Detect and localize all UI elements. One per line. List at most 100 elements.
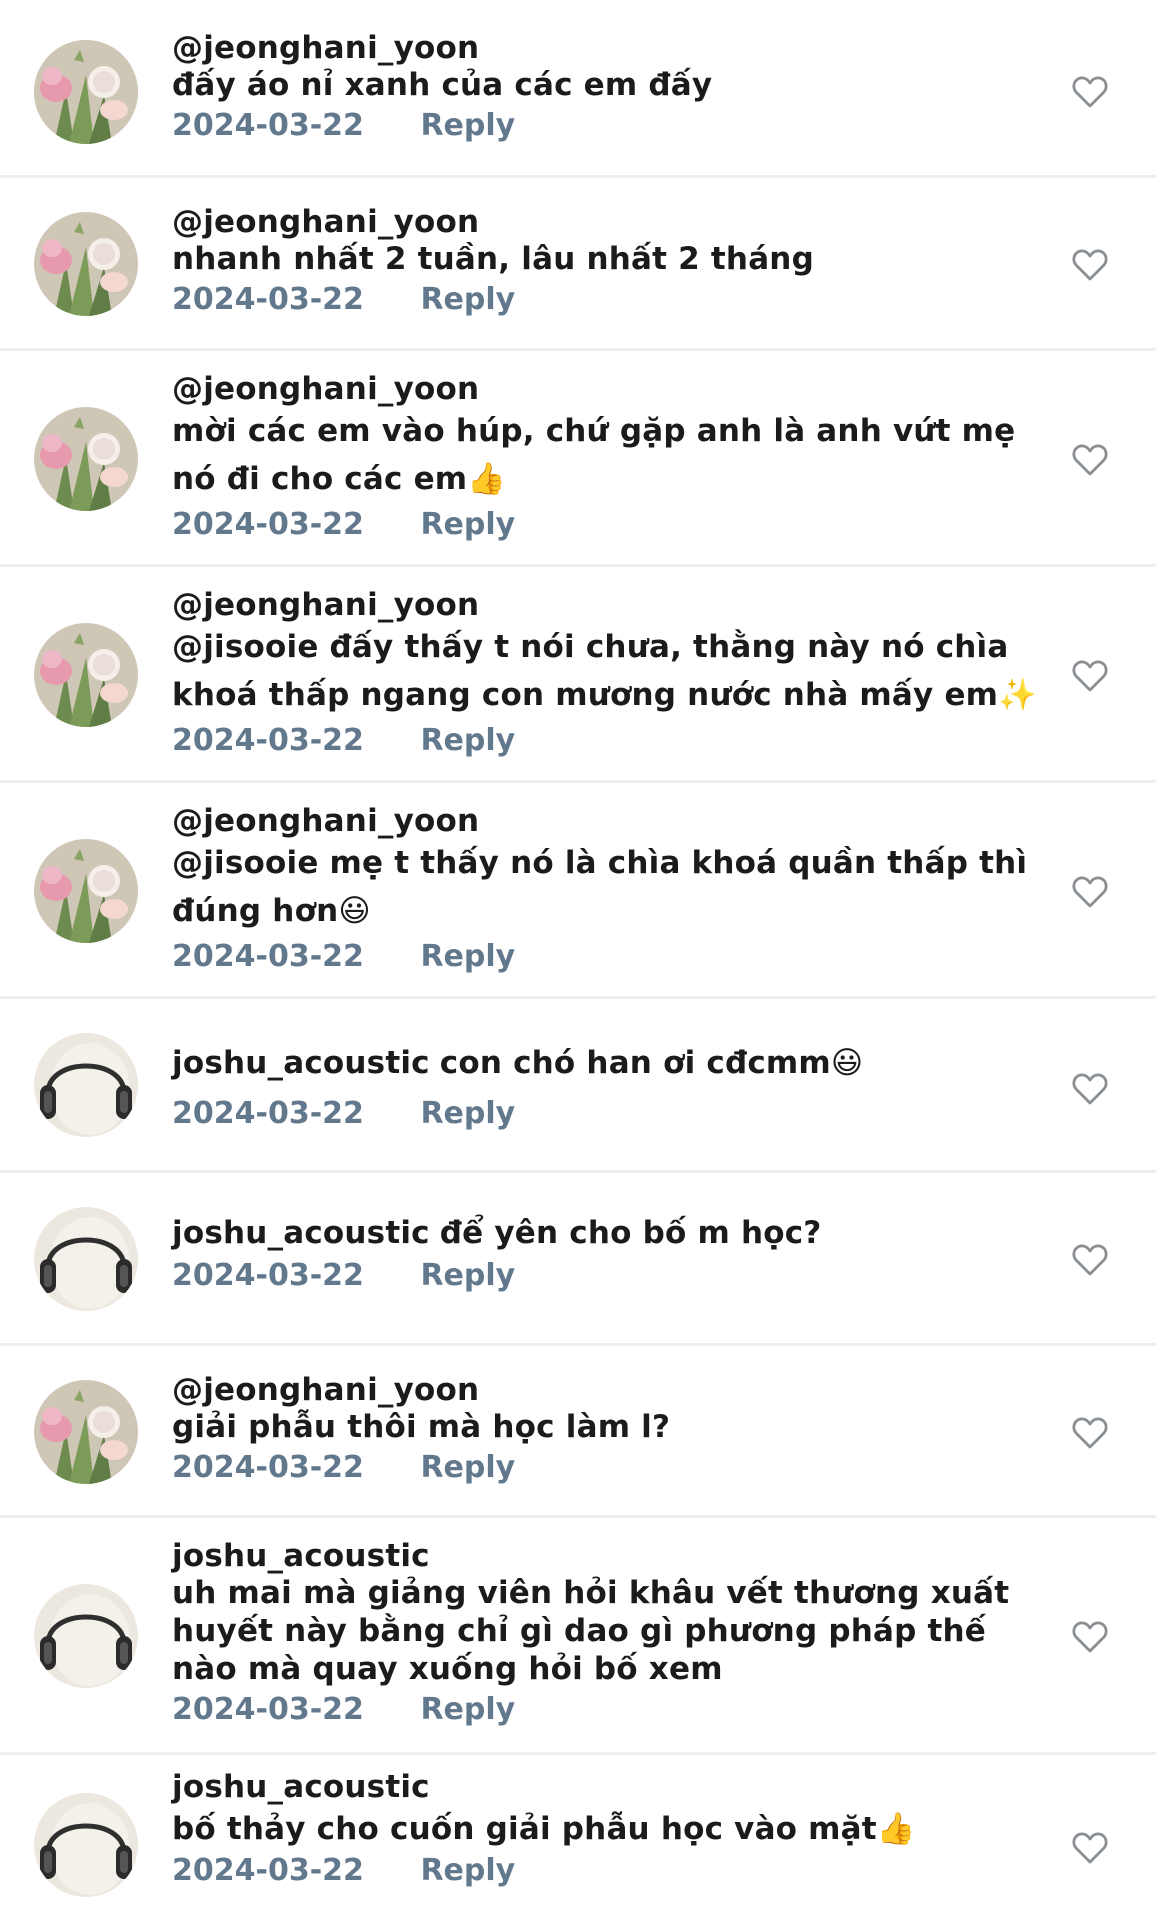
comment-text: đấy áo nỉ xanh của các em đấy [172,67,713,103]
comment-date: 2024-03-22 [172,282,364,317]
like-button[interactable] [1070,656,1110,696]
comment-text: để yên cho bố m học? [439,1215,822,1251]
like-button[interactable] [1070,1617,1110,1657]
comment-date: 2024-03-22 [172,1096,364,1131]
avatar[interactable] [34,1584,138,1688]
reply-button[interactable]: Reply [420,282,515,318]
avatar[interactable] [34,1033,138,1137]
like-button[interactable] [1070,440,1110,480]
flower-avatar-icon [34,407,138,511]
comment-item: joshu_acoustic uh mai mà giảng viên hỏi … [0,1518,1156,1755]
comment-item: @jeonghani_yoon đấy áo nỉ xanh của các e… [0,0,1156,178]
like-button[interactable] [1070,872,1110,912]
like-button[interactable] [1070,72,1110,112]
flower-avatar-icon [34,623,138,727]
avatar[interactable] [34,212,138,316]
reply-button[interactable]: Reply [420,1096,515,1132]
reply-button[interactable]: Reply [420,723,515,759]
comment-item: joshu_acoustic con chó han ơi cđcmm😃 2024… [0,999,1156,1173]
comment-username[interactable]: @jeonghani_yoon [172,803,1046,839]
reply-button[interactable]: Reply [420,108,515,144]
comment-text: con chó han ơi cđcmm😃 [439,1045,864,1081]
like-button[interactable] [1070,1240,1110,1280]
comment-meta: 2024-03-22 Reply [172,282,1046,318]
avatar[interactable] [34,839,138,943]
like-button[interactable] [1070,1413,1110,1453]
headphones-avatar-icon [34,1584,138,1688]
comment-meta: 2024-03-22 Reply [172,1096,1046,1132]
reply-button[interactable]: Reply [420,1450,515,1486]
headphones-avatar-icon [34,1793,138,1897]
reply-button[interactable]: Reply [420,507,515,543]
like-button[interactable] [1070,1069,1110,1109]
comment-date: 2024-03-22 [172,1450,364,1485]
heart-outline-icon [1072,444,1108,476]
heart-outline-icon [1072,876,1108,908]
comment-list: @jeonghani_yoon đấy áo nỉ xanh của các e… [0,0,1156,1920]
comment-text: @jisooie đấy thấy t nói chưa, thằng này … [172,629,1037,713]
heart-outline-icon [1072,76,1108,108]
comment-item: @jeonghani_yoon giải phẫu thôi mà học là… [0,1346,1156,1518]
comment-date: 2024-03-22 [172,1853,364,1888]
comment-item: @jeonghani_yoon nhanh nhất 2 tuần, lâu n… [0,178,1156,351]
headphones-avatar-icon [34,1207,138,1311]
comment-username[interactable]: @jeonghani_yoon [172,587,1046,623]
heart-outline-icon [1072,1832,1108,1864]
comment-item: @jeonghani_yoon @jisooie mẹ t thấy nó là… [0,783,1156,999]
like-button[interactable] [1070,245,1110,285]
comment-text: nhanh nhất 2 tuần, lâu nhất 2 tháng [172,241,814,277]
heart-outline-icon [1072,1621,1108,1653]
flower-avatar-icon [34,212,138,316]
reply-button[interactable]: Reply [420,1853,515,1889]
flower-avatar-icon [34,839,138,943]
comment-username[interactable]: joshu_acoustic [172,1769,1046,1805]
heart-outline-icon [1072,1244,1108,1276]
comment-username[interactable]: @jeonghani_yoon [172,371,1046,407]
like-button[interactable] [1070,1828,1110,1868]
avatar[interactable] [34,40,138,144]
comment-username[interactable]: @jeonghani_yoon [172,30,1046,66]
comment-meta: 2024-03-22 Reply [172,1450,1046,1486]
avatar[interactable] [34,623,138,727]
heart-outline-icon [1072,1417,1108,1449]
reply-button[interactable]: Reply [420,939,515,975]
comment-meta: 2024-03-22 Reply [172,507,1046,543]
comment-text: giải phẫu thôi mà học làm l? [172,1409,671,1445]
comment-meta: 2024-03-22 Reply [172,1853,1046,1889]
avatar[interactable] [34,1207,138,1311]
reply-button[interactable]: Reply [420,1258,515,1294]
comment-text: mời các em vào húp, chứ gặp anh là anh v… [172,413,1016,497]
comment-date: 2024-03-22 [172,939,364,974]
comment-username[interactable]: @jeonghani_yoon [172,204,1046,240]
comment-meta: 2024-03-22 Reply [172,1258,1046,1294]
comment-item: @jeonghani_yoon @jisooie đấy thấy t nói … [0,567,1156,783]
comment-date: 2024-03-22 [172,1258,364,1293]
heart-outline-icon [1072,660,1108,692]
comment-meta: 2024-03-22 Reply [172,1692,1046,1728]
comment-text: bố thảy cho cuốn giải phẫu học vào mặt👍 [172,1811,916,1847]
comment-date: 2024-03-22 [172,507,364,542]
headphones-avatar-icon [34,1033,138,1137]
avatar[interactable] [34,1793,138,1897]
comment-item: @jeonghani_yoon mời các em vào húp, chứ … [0,351,1156,567]
avatar[interactable] [34,407,138,511]
comment-text: @jisooie mẹ t thấy nó là chìa khoá quần … [172,845,1028,929]
comment-date: 2024-03-22 [172,108,364,143]
comment-text: uh mai mà giảng viên hỏi khâu vết thương… [172,1575,1010,1687]
comment-username[interactable]: @jeonghani_yoon [172,1372,1046,1408]
heart-outline-icon [1072,1073,1108,1105]
comment-item: joshu_acoustic để yên cho bố m học? 2024-… [0,1173,1156,1346]
comment-item: joshu_acoustic bố thảy cho cuốn giải phẫ… [0,1755,1156,1920]
flower-avatar-icon [34,1380,138,1484]
comment-username[interactable]: joshu_acoustic [172,1045,430,1081]
comment-meta: 2024-03-22 Reply [172,723,1046,759]
comment-meta: 2024-03-22 Reply [172,108,1046,144]
comment-meta: 2024-03-22 Reply [172,939,1046,975]
comment-date: 2024-03-22 [172,1692,364,1727]
avatar[interactable] [34,1380,138,1484]
reply-button[interactable]: Reply [420,1692,515,1728]
flower-avatar-icon [34,40,138,144]
comment-username[interactable]: joshu_acoustic [172,1538,1046,1574]
comment-username[interactable]: joshu_acoustic [172,1215,430,1251]
comment-date: 2024-03-22 [172,723,364,758]
